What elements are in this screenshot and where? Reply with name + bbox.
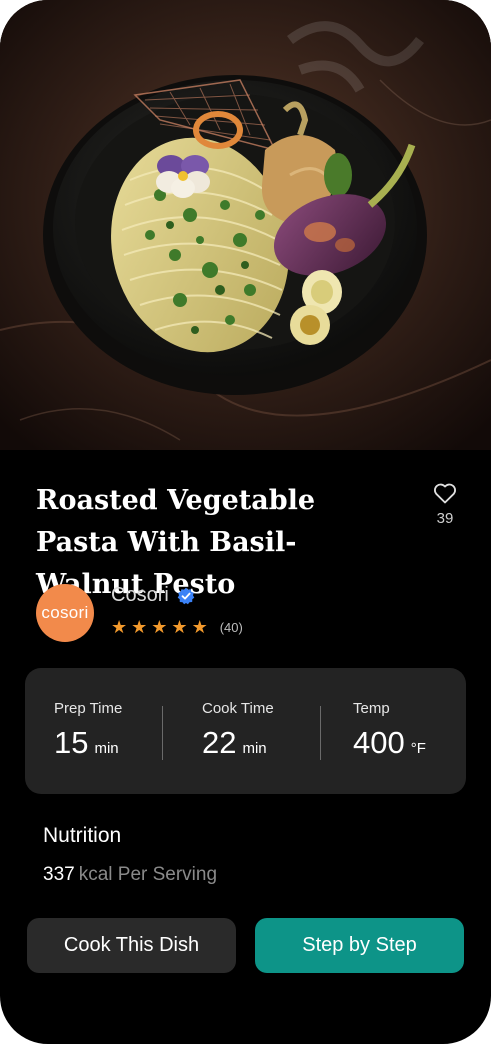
cook-this-dish-button[interactable]: Cook This Dish <box>27 918 236 973</box>
temp-label: Temp <box>353 700 390 717</box>
avatar-text: cosori <box>41 603 89 622</box>
prep-time-unit: min <box>94 740 119 757</box>
prep-time-stat: Prep Time 15 min <box>54 700 122 761</box>
temp-value: 400 <box>353 725 405 760</box>
step-by-step-button[interactable]: Step by Step <box>255 918 464 973</box>
author-avatar[interactable]: cosori <box>36 584 94 642</box>
star-icon: ★ <box>111 617 128 637</box>
recipe-stats-card: Prep Time 15 min Cook Time 22 min Temp 400… <box>25 668 466 794</box>
recipe-hero-image <box>0 0 491 450</box>
prep-time-label: Prep Time <box>54 700 123 717</box>
temp-stat: Temp 400 °F <box>353 700 426 761</box>
author-name[interactable]: Cosori <box>111 584 169 607</box>
kcal-value: 337 <box>43 864 75 885</box>
temp-unit: °F <box>410 740 426 757</box>
star-icon: ★ <box>171 617 188 637</box>
verified-badge-icon <box>177 587 195 605</box>
nutrition-title: Nutrition <box>43 824 122 847</box>
cook-time-value: 22 <box>202 725 237 760</box>
rating-count: (40) <box>219 619 243 635</box>
cook-time-unit: min <box>242 740 267 757</box>
author-rating: ★ ★ ★ ★ ★ (40) <box>111 617 243 637</box>
star-icon: ★ <box>191 617 208 637</box>
author-info[interactable]: Cosori <box>111 584 195 607</box>
recipe-title: Roasted Vegetable Pasta With Basil-Walnu… <box>36 485 316 600</box>
star-icon: ★ <box>131 617 148 637</box>
cook-time-label: Cook Time <box>202 700 274 717</box>
favorite-button[interactable]: 39 <box>424 482 466 527</box>
stat-divider <box>320 706 321 760</box>
favorite-count: 39 <box>436 510 454 527</box>
cook-time-stat: Cook Time 22 min <box>202 700 274 761</box>
stat-divider <box>162 706 163 760</box>
recipe-screen: Roasted Vegetable Pasta With Basil-Walnu… <box>0 0 491 1044</box>
heart-icon[interactable] <box>424 482 466 504</box>
star-icon: ★ <box>151 617 168 637</box>
prep-time-value: 15 <box>54 725 89 760</box>
nutrition-kcal: 337 kcal Per Serving <box>43 864 217 886</box>
kcal-label: kcal Per Serving <box>78 864 218 885</box>
